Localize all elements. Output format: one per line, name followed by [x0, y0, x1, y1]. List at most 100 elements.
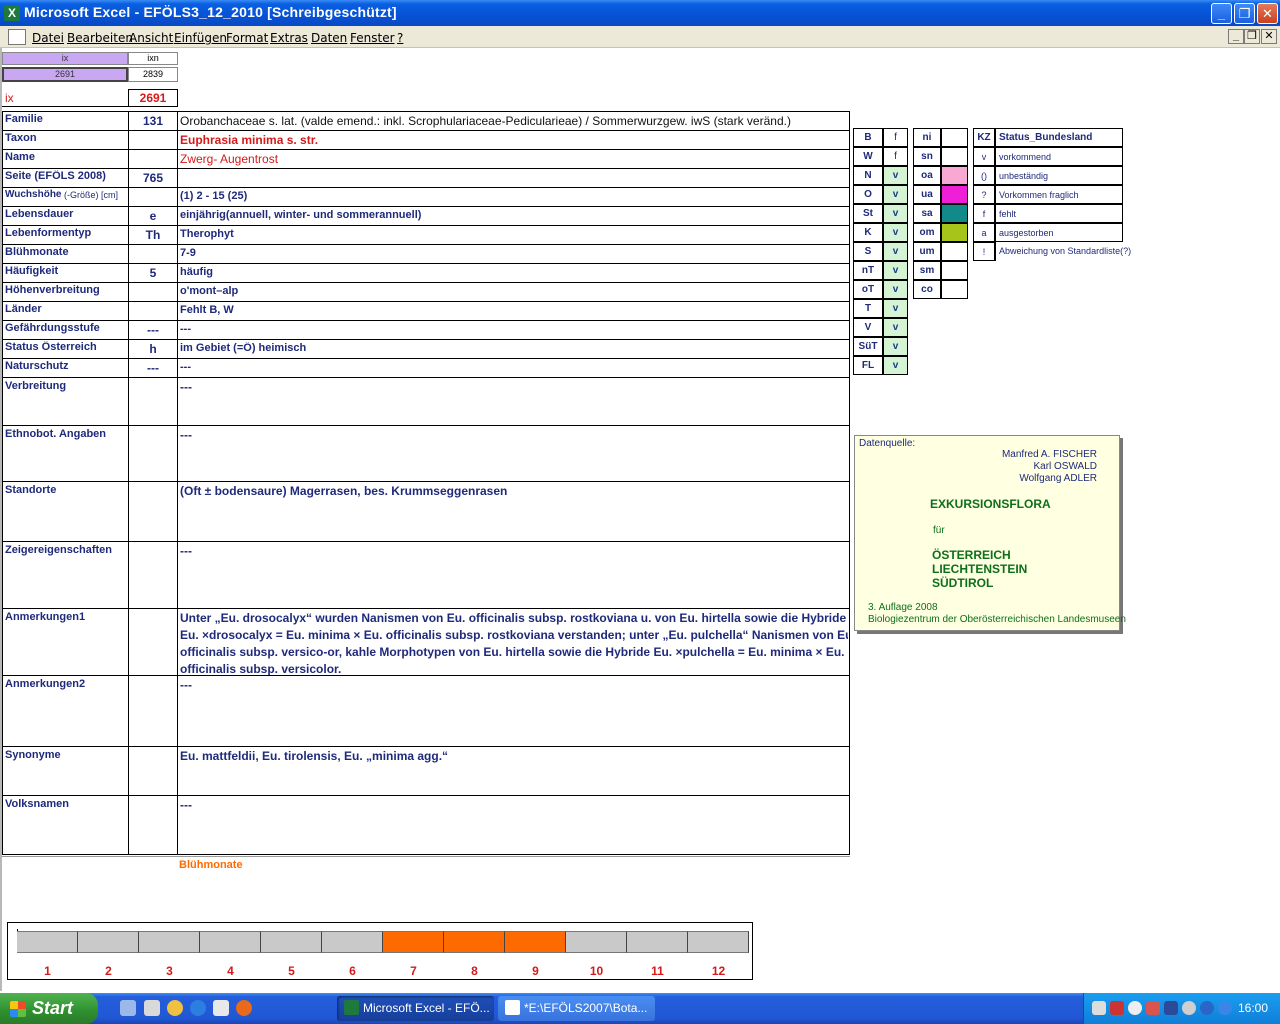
field-value[interactable]: Euphrasia minima s. str.	[180, 133, 848, 147]
legend-region-code[interactable]: S	[853, 242, 883, 261]
ix-value-cell[interactable]: 2691	[2, 67, 128, 82]
ixn-value-cell[interactable]: 2839	[128, 67, 178, 82]
field-value[interactable]: ---	[180, 428, 848, 442]
field-value[interactable]: 7-9	[180, 247, 848, 259]
field-code[interactable]: ---	[129, 323, 177, 337]
field-label[interactable]: Anmerkungen2	[5, 678, 127, 690]
field-label[interactable]: Höhenverbreitung	[5, 284, 127, 300]
legend-status-bundesland-header[interactable]: Status_Bundesland	[995, 128, 1123, 147]
menu-ansicht[interactable]: Ansicht	[129, 31, 173, 45]
legend-region-status[interactable]: v	[883, 204, 908, 223]
field-code[interactable]: 5	[129, 266, 177, 280]
explorer-icon[interactable]	[144, 1000, 160, 1016]
field-value[interactable]: Orobanchaceae s. lat. (valde emend.: ink…	[180, 114, 848, 128]
field-value-line[interactable]: officinalis subsp. versicolor.	[180, 662, 848, 676]
legend-region-header[interactable]: B	[853, 128, 883, 147]
legend-kz-code[interactable]: f	[973, 204, 995, 223]
legend-region-code[interactable]: SüT	[853, 337, 883, 356]
month-bar-11[interactable]	[627, 931, 688, 953]
legend-region-status[interactable]: v	[883, 356, 908, 375]
ix-big-value[interactable]: 2691	[128, 89, 178, 107]
field-value[interactable]: einjährig(annuell, winter- und sommerann…	[180, 209, 848, 221]
antivirus-icon[interactable]	[1110, 1001, 1124, 1015]
field-code[interactable]: e	[129, 209, 177, 223]
legend-region-status[interactable]: v	[883, 318, 908, 337]
field-value[interactable]: Fehlt B, W	[180, 304, 848, 316]
legend-altitude-code[interactable]: oa	[913, 166, 941, 185]
field-value[interactable]: Therophyt	[180, 228, 848, 240]
legend-altitude-swatch[interactable]	[941, 204, 968, 223]
legend-kz-code[interactable]: ?	[973, 185, 995, 204]
month-bar-2[interactable]	[78, 931, 139, 953]
field-label[interactable]: Verbreitung	[5, 380, 127, 392]
field-label[interactable]: Blühmonate	[5, 246, 127, 262]
field-value[interactable]: (1) 2 - 15 (25)	[180, 190, 848, 202]
legend-altitude-swatch[interactable]	[941, 280, 968, 299]
legend-region-code[interactable]: W	[853, 147, 883, 166]
menu-einfuegen[interactable]: Einfügen	[174, 31, 227, 45]
legend-region-code[interactable]: St	[853, 204, 883, 223]
close-button[interactable]: ✕	[1257, 3, 1278, 24]
field-label[interactable]: Taxon	[5, 132, 127, 148]
legend-kz-code[interactable]: ()	[973, 166, 995, 185]
info-icon[interactable]	[1200, 1001, 1214, 1015]
legend-region-code[interactable]: N	[853, 166, 883, 185]
search-icon[interactable]	[1128, 1001, 1142, 1015]
field-value[interactable]: ---	[180, 361, 848, 373]
field-value[interactable]: im Gebiet (=Ö) heimisch	[180, 342, 848, 354]
field-value[interactable]: ---	[180, 323, 848, 335]
month-bar-10[interactable]	[566, 931, 627, 953]
desktop-icon[interactable]	[120, 1000, 136, 1016]
legend-altitude-swatch[interactable]	[941, 147, 968, 166]
restore-button[interactable]: ❐	[1234, 3, 1255, 24]
outlook-icon[interactable]	[213, 1000, 229, 1016]
menu-daten[interactable]: Daten	[311, 31, 347, 45]
menu-datei[interactable]: Datei	[32, 31, 64, 45]
security-icon[interactable]	[1146, 1001, 1160, 1015]
field-value-line[interactable]: Unter „Eu. drosocalyx“ wurden Nanismen v…	[180, 611, 848, 625]
legend-region-status[interactable]: v	[883, 223, 908, 242]
month-bar-4[interactable]	[200, 931, 261, 953]
field-code[interactable]: ---	[129, 361, 177, 375]
field-label[interactable]: Lebensdauer	[5, 208, 127, 224]
month-bar-5[interactable]	[261, 931, 322, 953]
shield-icon[interactable]	[1164, 1001, 1178, 1015]
taskbar-item-notepad[interactable]: *E:\EFÖLS2007\Bota...	[498, 996, 655, 1021]
field-value[interactable]: ---	[180, 798, 848, 812]
firefox-icon[interactable]	[236, 1000, 252, 1016]
legend-region-code[interactable]: oT	[853, 280, 883, 299]
legend-kz-code[interactable]: v	[973, 147, 995, 166]
field-value[interactable]: Eu. mattfeldii, Eu. tirolensis, Eu. „min…	[180, 749, 848, 763]
field-code[interactable]: 765	[129, 171, 177, 185]
legend-altitude-swatch[interactable]	[941, 261, 968, 280]
legend-region-status[interactable]: v	[883, 185, 908, 204]
legend-kz-label[interactable]: fehlt	[995, 204, 1123, 223]
legend-region-code[interactable]: O	[853, 185, 883, 204]
legend-kz-code[interactable]: a	[973, 223, 995, 242]
data-source-box[interactable]: Datenquelle: Manfred A. FISCHER Karl OSW…	[854, 435, 1126, 631]
legend-region-status[interactable]: v	[883, 261, 908, 280]
field-value-line[interactable]: officinalis subsp. versico-or, kahle Mor…	[180, 645, 848, 659]
month-bar-9[interactable]	[505, 931, 566, 953]
legend-region-status[interactable]: f	[883, 147, 908, 166]
menu-format[interactable]: Format	[226, 31, 268, 45]
legend-status-header[interactable]: f	[883, 128, 908, 147]
legend-altitude-code[interactable]: co	[913, 280, 941, 299]
legend-region-status[interactable]: v	[883, 299, 908, 318]
month-bar-3[interactable]	[139, 931, 200, 953]
legend-kz-label[interactable]: Vorkommen fraglich	[995, 185, 1123, 204]
field-label[interactable]: Länder	[5, 303, 127, 319]
legend-region-code[interactable]: V	[853, 318, 883, 337]
clock[interactable]: 16:00	[1238, 1001, 1268, 1015]
field-value[interactable]: o'mont–alp	[180, 285, 848, 297]
field-label[interactable]: Name	[5, 151, 127, 167]
menu-bearbeiten[interactable]: Bearbeiten	[67, 31, 133, 45]
legend-kz-label[interactable]: Abweichung von Standardliste(?)	[995, 242, 1165, 261]
field-code[interactable]: h	[129, 342, 177, 356]
menu-extras[interactable]: Extras	[270, 31, 308, 45]
field-label[interactable]: Synonyme	[5, 749, 127, 761]
field-value[interactable]: häufig	[180, 266, 848, 278]
field-label[interactable]: Lebenformentyp	[5, 227, 127, 243]
workbook-icon[interactable]	[8, 29, 26, 45]
field-label[interactable]: Häufigkeit	[5, 265, 127, 281]
